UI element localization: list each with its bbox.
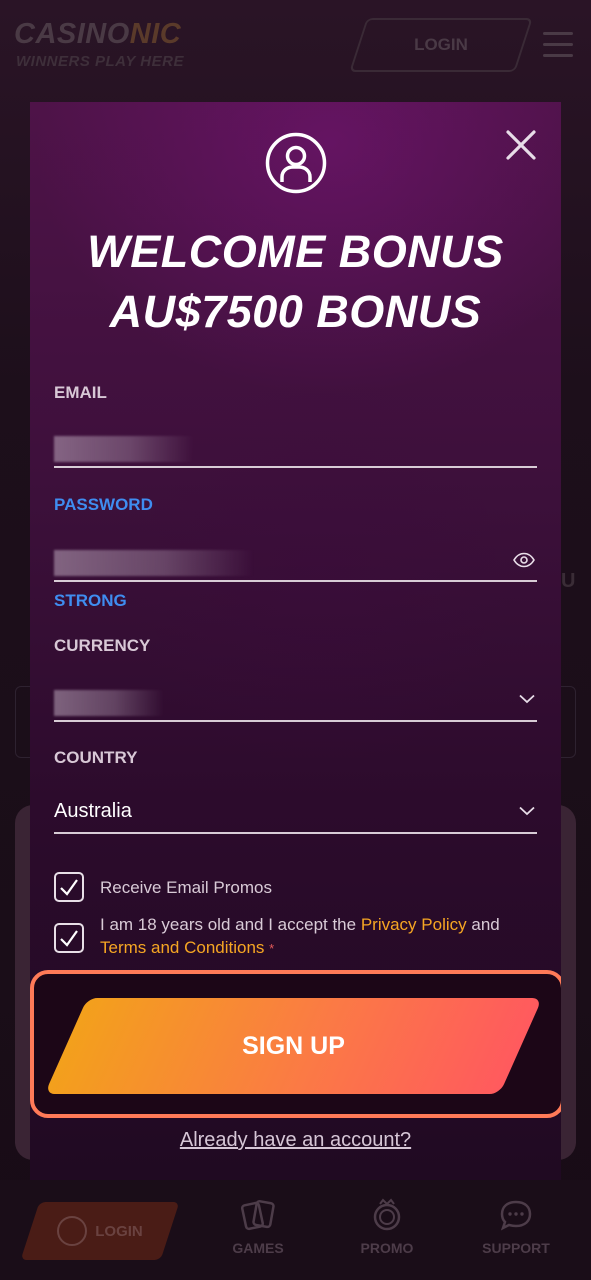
signup-button[interactable]: SIGN UP xyxy=(44,998,543,1094)
hamburger-menu-icon[interactable] xyxy=(543,32,573,58)
signup-modal: WELCOME BONUS AU$7500 BONUS EMAIL PASSWO… xyxy=(30,102,561,1180)
nav-promo-label: PROMO xyxy=(360,1240,414,1256)
chat-icon xyxy=(500,1200,532,1231)
bonus-title-line1: WELCOME BONUS xyxy=(87,226,504,277)
currency-value-blurred xyxy=(54,690,164,716)
country-select[interactable]: Australia xyxy=(54,794,537,834)
already-have-account-link[interactable]: Already have an account? xyxy=(30,1129,561,1152)
user-icon xyxy=(265,132,327,194)
eye-icon[interactable] xyxy=(513,552,535,568)
signup-label: SIGN UP xyxy=(242,1032,345,1060)
nav-games[interactable]: GAMES xyxy=(208,1198,308,1256)
check-icon xyxy=(60,930,78,947)
nav-games-label: GAMES xyxy=(232,1240,284,1256)
logo-tagline: WINNERS PLAY HERE xyxy=(16,53,184,70)
currency-label: CURRENCY xyxy=(54,636,151,655)
terms-checkbox-row: I am 18 years old and I accept the Priva… xyxy=(54,913,530,960)
logo-main-text: CASINO xyxy=(14,18,130,50)
email-field[interactable] xyxy=(54,428,537,468)
required-mark: * xyxy=(269,941,275,956)
nav-login-label: LOGIN xyxy=(95,1222,143,1240)
nav-promo[interactable]: PROMO xyxy=(337,1198,437,1256)
cards-icon xyxy=(241,1200,275,1231)
terms-mid-text: and xyxy=(466,915,500,934)
close-icon[interactable] xyxy=(504,128,538,162)
chevron-down-icon xyxy=(519,694,535,704)
check-icon xyxy=(60,879,78,896)
country-value: Australia xyxy=(54,800,132,822)
promos-checkbox-row: Receive Email Promos xyxy=(54,872,272,902)
terms-checkbox[interactable] xyxy=(54,923,84,953)
user-icon xyxy=(57,1216,88,1246)
site-header: CASINONIC WINNERS PLAY HERE LOGIN xyxy=(0,0,591,95)
promos-checkbox[interactable] xyxy=(54,872,84,902)
nav-support[interactable]: SUPPORT xyxy=(466,1198,566,1256)
background-text-fragment: U xyxy=(561,570,576,592)
bottom-nav: LOGIN GAMES PROMO SUPPORT xyxy=(0,1180,591,1280)
password-field[interactable] xyxy=(54,542,537,582)
chevron-down-icon xyxy=(519,806,535,816)
header-login-label: LOGIN xyxy=(414,35,468,54)
terms-conditions-link[interactable]: Terms and Conditions xyxy=(100,938,264,957)
privacy-policy-link[interactable]: Privacy Policy xyxy=(361,915,467,934)
email-label: EMAIL xyxy=(54,383,107,402)
password-value-blurred xyxy=(54,550,254,576)
password-label: PASSWORD xyxy=(54,495,153,514)
password-strength: STRONG xyxy=(54,591,127,610)
nav-support-label: SUPPORT xyxy=(482,1240,550,1256)
logo-accent-text: NIC xyxy=(129,18,182,50)
terms-prefix: I am 18 years old and I accept the xyxy=(100,915,361,934)
coin-icon xyxy=(373,1198,401,1231)
country-label: COUNTRY xyxy=(54,748,138,767)
nav-login-button[interactable]: LOGIN xyxy=(20,1202,180,1260)
email-value-blurred xyxy=(54,436,194,462)
currency-select[interactable] xyxy=(54,682,537,722)
promos-label: Receive Email Promos xyxy=(100,878,272,897)
site-logo: CASINONIC xyxy=(14,18,181,51)
header-login-button[interactable]: LOGIN xyxy=(349,18,533,72)
terms-text: I am 18 years old and I accept the Priva… xyxy=(100,913,530,960)
bonus-title-line2: AU$7500 BONUS xyxy=(109,286,482,337)
